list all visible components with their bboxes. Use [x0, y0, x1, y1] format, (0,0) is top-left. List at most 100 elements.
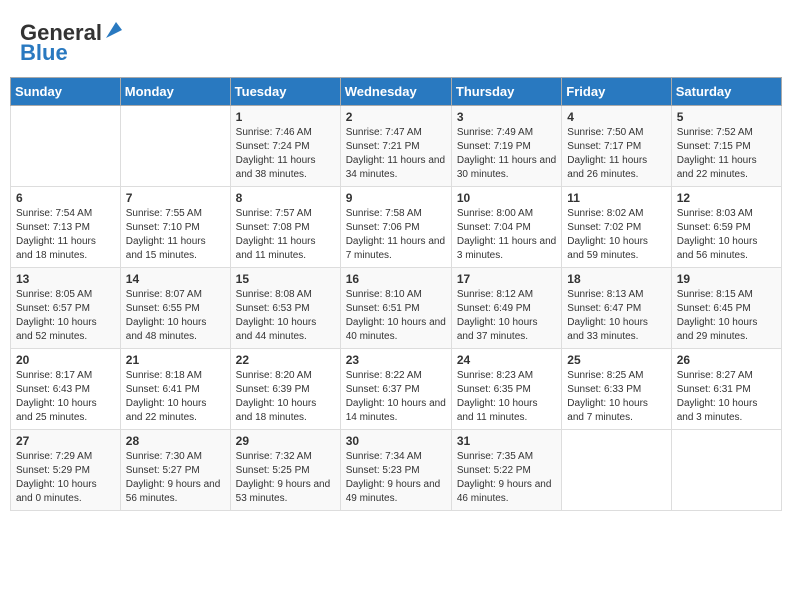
- calendar-weekday-header: Sunday: [11, 78, 121, 106]
- day-number: 25: [567, 353, 665, 367]
- calendar-week-row: 20Sunrise: 8:17 AM Sunset: 6:43 PM Dayli…: [11, 349, 782, 430]
- calendar-day-cell: 5 Sunrise: 7:52 AM Sunset: 7:15 PM Daylig…: [671, 106, 781, 187]
- day-number: 10: [457, 191, 556, 205]
- day-number: 8: [236, 191, 335, 205]
- day-info: Sunrise: 7:46 AM Sunset: 7:24 PM Dayligh…: [236, 126, 335, 182]
- calendar-day-cell: 20Sunrise: 8:17 AM Sunset: 6:43 PM Dayli…: [11, 349, 121, 430]
- day-info: Sunrise: 8:23 AM Sunset: 6:35 PM Dayligh…: [457, 369, 556, 425]
- day-info: Sunrise: 7:52 AM Sunset: 7:15 PM Dayligh…: [677, 126, 776, 182]
- calendar-day-cell: 31Sunrise: 7:35 AM Sunset: 5:22 PM Dayli…: [451, 430, 561, 511]
- calendar-day-cell: 1 Sunrise: 7:46 AM Sunset: 7:24 PM Daylig…: [230, 106, 340, 187]
- day-info: Sunrise: 8:03 AM Sunset: 6:59 PM Dayligh…: [677, 207, 776, 263]
- calendar-day-cell: 19 Sunrise: 8:15 AM Sunset: 6:45 PM Dayli…: [671, 268, 781, 349]
- day-number: 17: [457, 272, 556, 286]
- calendar-day-cell: 22 Sunrise: 8:20 AM Sunset: 6:39 PM Dayli…: [230, 349, 340, 430]
- calendar-day-cell: 6 Sunrise: 7:54 AM Sunset: 7:13 PM Daylig…: [11, 187, 121, 268]
- day-info: Sunrise: 8:00 AM Sunset: 7:04 PM Dayligh…: [457, 207, 556, 263]
- calendar-body: 1 Sunrise: 7:46 AM Sunset: 7:24 PM Daylig…: [11, 106, 782, 511]
- day-info: Sunrise: 8:13 AM Sunset: 6:47 PM Dayligh…: [567, 288, 665, 344]
- day-info: Sunrise: 7:47 AM Sunset: 7:21 PM Dayligh…: [346, 126, 446, 182]
- day-info: Sunrise: 8:22 AM Sunset: 6:37 PM Dayligh…: [346, 369, 446, 425]
- calendar-day-cell: 8 Sunrise: 7:57 AM Sunset: 7:08 PM Daylig…: [230, 187, 340, 268]
- calendar-day-cell: 28Sunrise: 7:30 AM Sunset: 5:27 PM Dayli…: [120, 430, 230, 511]
- day-info: Sunrise: 7:54 AM Sunset: 7:13 PM Dayligh…: [16, 207, 115, 263]
- day-number: 2: [346, 110, 446, 124]
- day-info: Sunrise: 8:02 AM Sunset: 7:02 PM Dayligh…: [567, 207, 665, 263]
- day-number: 21: [126, 353, 225, 367]
- day-number: 28: [126, 434, 225, 448]
- day-info: Sunrise: 7:50 AM Sunset: 7:17 PM Dayligh…: [567, 126, 665, 182]
- day-number: 1: [236, 110, 335, 124]
- day-number: 24: [457, 353, 556, 367]
- day-info: Sunrise: 8:07 AM Sunset: 6:55 PM Dayligh…: [126, 288, 225, 344]
- calendar-day-cell: 2 Sunrise: 7:47 AM Sunset: 7:21 PM Daylig…: [340, 106, 451, 187]
- day-number: 22: [236, 353, 335, 367]
- day-info: Sunrise: 8:25 AM Sunset: 6:33 PM Dayligh…: [567, 369, 665, 425]
- calendar-day-cell: 16Sunrise: 8:10 AM Sunset: 6:51 PM Dayli…: [340, 268, 451, 349]
- day-info: Sunrise: 8:18 AM Sunset: 6:41 PM Dayligh…: [126, 369, 225, 425]
- calendar-weekday-header: Monday: [120, 78, 230, 106]
- day-info: Sunrise: 8:20 AM Sunset: 6:39 PM Dayligh…: [236, 369, 335, 425]
- day-info: Sunrise: 7:32 AM Sunset: 5:25 PM Dayligh…: [236, 450, 335, 506]
- day-number: 27: [16, 434, 115, 448]
- day-info: Sunrise: 8:27 AM Sunset: 6:31 PM Dayligh…: [677, 369, 776, 425]
- day-number: 18: [567, 272, 665, 286]
- day-number: 31: [457, 434, 556, 448]
- calendar-day-cell: 12 Sunrise: 8:03 AM Sunset: 6:59 PM Dayli…: [671, 187, 781, 268]
- calendar-day-cell: 13 Sunrise: 8:05 AM Sunset: 6:57 PM Dayli…: [11, 268, 121, 349]
- calendar-day-cell: 29 Sunrise: 7:32 AM Sunset: 5:25 PM Dayli…: [230, 430, 340, 511]
- calendar-day-cell: 26 Sunrise: 8:27 AM Sunset: 6:31 PM Dayli…: [671, 349, 781, 430]
- day-number: 12: [677, 191, 776, 205]
- day-info: Sunrise: 7:29 AM Sunset: 5:29 PM Dayligh…: [16, 450, 115, 506]
- calendar-day-cell: 7 Sunrise: 7:55 AM Sunset: 7:10 PM Daylig…: [120, 187, 230, 268]
- page-header: General Blue: [10, 10, 782, 71]
- calendar-week-row: 6 Sunrise: 7:54 AM Sunset: 7:13 PM Daylig…: [11, 187, 782, 268]
- calendar-day-cell: 9 Sunrise: 7:58 AM Sunset: 7:06 PM Daylig…: [340, 187, 451, 268]
- calendar-day-cell: 3Sunrise: 7:49 AM Sunset: 7:19 PM Daylig…: [451, 106, 561, 187]
- calendar-day-cell: [11, 106, 121, 187]
- calendar-day-cell: [562, 430, 671, 511]
- day-number: 26: [677, 353, 776, 367]
- day-number: 14: [126, 272, 225, 286]
- calendar-day-cell: [671, 430, 781, 511]
- day-info: Sunrise: 7:49 AM Sunset: 7:19 PM Dayligh…: [457, 126, 556, 182]
- day-info: Sunrise: 8:08 AM Sunset: 6:53 PM Dayligh…: [236, 288, 335, 344]
- calendar-day-cell: 25 Sunrise: 8:25 AM Sunset: 6:33 PM Dayli…: [562, 349, 671, 430]
- calendar-day-cell: 18 Sunrise: 8:13 AM Sunset: 6:47 PM Dayli…: [562, 268, 671, 349]
- calendar-day-cell: 23 Sunrise: 8:22 AM Sunset: 6:37 PM Dayli…: [340, 349, 451, 430]
- calendar-day-cell: 24 Sunrise: 8:23 AM Sunset: 6:35 PM Dayli…: [451, 349, 561, 430]
- calendar-day-cell: 14 Sunrise: 8:07 AM Sunset: 6:55 PM Dayli…: [120, 268, 230, 349]
- calendar-weekday-header: Tuesday: [230, 78, 340, 106]
- calendar-day-cell: 11Sunrise: 8:02 AM Sunset: 7:02 PM Dayli…: [562, 187, 671, 268]
- day-number: 13: [16, 272, 115, 286]
- day-number: 5: [677, 110, 776, 124]
- day-number: 29: [236, 434, 335, 448]
- calendar-day-cell: 10 Sunrise: 8:00 AM Sunset: 7:04 PM Dayli…: [451, 187, 561, 268]
- day-info: Sunrise: 8:10 AM Sunset: 6:51 PM Dayligh…: [346, 288, 446, 344]
- day-number: 20: [16, 353, 115, 367]
- calendar-weekday-header: Saturday: [671, 78, 781, 106]
- calendar-week-row: 1 Sunrise: 7:46 AM Sunset: 7:24 PM Daylig…: [11, 106, 782, 187]
- day-info: Sunrise: 7:58 AM Sunset: 7:06 PM Dayligh…: [346, 207, 446, 263]
- day-info: Sunrise: 7:55 AM Sunset: 7:10 PM Dayligh…: [126, 207, 225, 263]
- calendar-week-row: 27 Sunrise: 7:29 AM Sunset: 5:29 PM Dayli…: [11, 430, 782, 511]
- day-info: Sunrise: 7:57 AM Sunset: 7:08 PM Dayligh…: [236, 207, 335, 263]
- calendar-day-cell: [120, 106, 230, 187]
- day-number: 9: [346, 191, 446, 205]
- day-number: 7: [126, 191, 225, 205]
- calendar-day-cell: 17Sunrise: 8:12 AM Sunset: 6:49 PM Dayli…: [451, 268, 561, 349]
- day-number: 30: [346, 434, 446, 448]
- calendar-weekday-header: Wednesday: [340, 78, 451, 106]
- day-info: Sunrise: 8:05 AM Sunset: 6:57 PM Dayligh…: [16, 288, 115, 344]
- logo: General Blue: [20, 20, 126, 66]
- calendar-header-row: SundayMondayTuesdayWednesdayThursdayFrid…: [11, 78, 782, 106]
- day-number: 4: [567, 110, 665, 124]
- day-info: Sunrise: 8:15 AM Sunset: 6:45 PM Dayligh…: [677, 288, 776, 344]
- day-number: 6: [16, 191, 115, 205]
- calendar-weekday-header: Friday: [562, 78, 671, 106]
- day-number: 23: [346, 353, 446, 367]
- day-number: 19: [677, 272, 776, 286]
- logo-bird-icon: [104, 20, 126, 42]
- calendar-day-cell: 15Sunrise: 8:08 AM Sunset: 6:53 PM Dayli…: [230, 268, 340, 349]
- calendar-week-row: 13 Sunrise: 8:05 AM Sunset: 6:57 PM Dayli…: [11, 268, 782, 349]
